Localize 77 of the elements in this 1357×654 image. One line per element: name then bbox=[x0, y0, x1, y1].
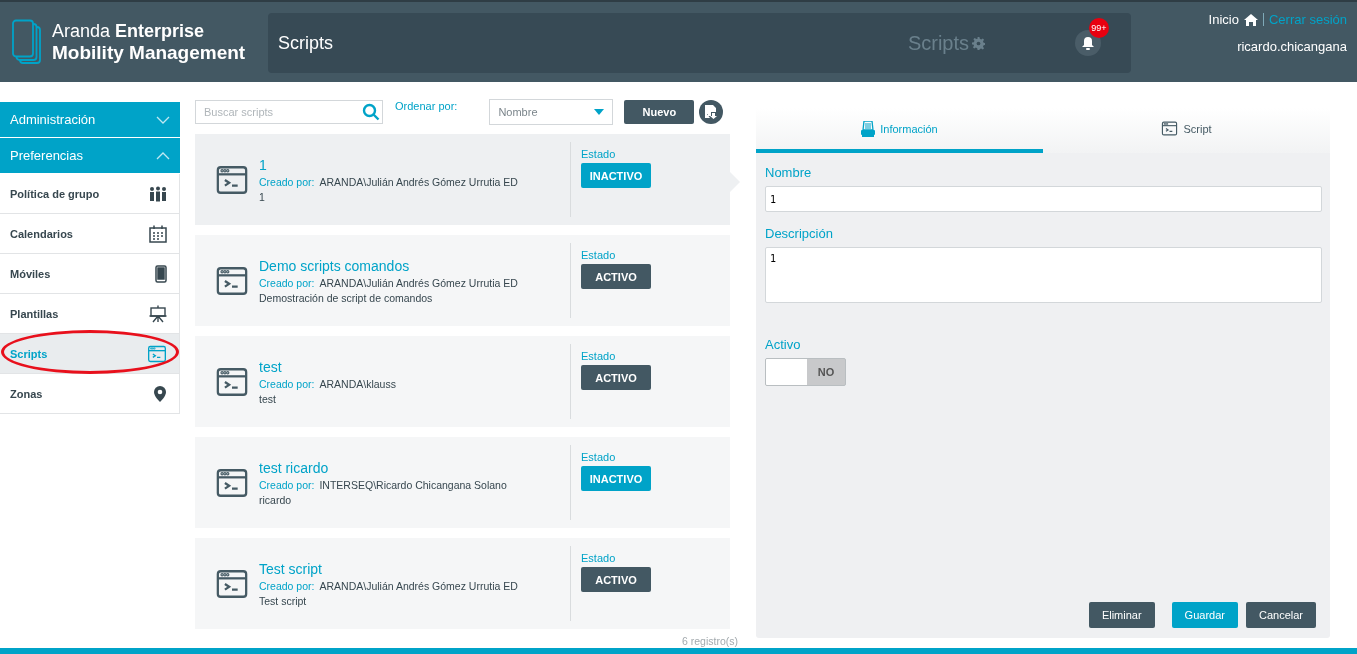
status-badge: ACTIVO bbox=[581, 365, 651, 390]
status-label: Estado bbox=[581, 451, 617, 463]
script-name: test ricardo bbox=[259, 459, 330, 476]
stacked-phones-icon bbox=[12, 19, 42, 65]
script-description: Test script bbox=[259, 594, 308, 607]
description-field[interactable]: 1 bbox=[765, 247, 1322, 303]
phone-icon bbox=[155, 264, 167, 283]
status-badge: ACTIVO bbox=[581, 567, 651, 592]
page-title: Scripts bbox=[278, 32, 334, 54]
status-badge: INACTIVO bbox=[581, 466, 651, 491]
status-badge: INACTIVO bbox=[581, 163, 651, 188]
map-pin-icon bbox=[153, 384, 167, 403]
gear-icon bbox=[972, 36, 985, 50]
script-description: 1 bbox=[259, 190, 266, 203]
creator-name: ARANDA\klauss bbox=[319, 377, 396, 390]
script-name: Demo scripts comandos bbox=[259, 257, 411, 274]
script-description: Demostración de script de comandos bbox=[259, 291, 434, 304]
name-field[interactable]: 1 bbox=[765, 186, 1322, 212]
creator-label: Creado por: bbox=[259, 175, 315, 188]
sort-label: Ordenar por: bbox=[395, 100, 458, 112]
home-icon[interactable] bbox=[1243, 13, 1258, 26]
export-button[interactable] bbox=[699, 100, 724, 124]
username: ricardo.chicangana bbox=[1237, 39, 1347, 54]
sort-dropdown[interactable]: Nombre bbox=[489, 99, 614, 125]
card-index-icon bbox=[861, 120, 876, 137]
script-card[interactable]: test Creado por: ARANDA\klauss test Estado ACTIVO bbox=[195, 336, 730, 427]
field-label: Descripción bbox=[765, 226, 834, 241]
dropdown-caret-icon bbox=[594, 109, 605, 115]
field-label: Activo bbox=[765, 337, 802, 352]
product-logo-text: Aranda Enterprise Mobility Management bbox=[52, 21, 246, 63]
home-link[interactable]: Inicio bbox=[1208, 12, 1239, 27]
sidebar-item[interactable]: Calendarios bbox=[0, 214, 180, 254]
status-label: Estado bbox=[581, 552, 617, 564]
sidebar-item[interactable]: Zonas bbox=[0, 374, 180, 414]
creator-label: Creado por: bbox=[259, 276, 315, 289]
search-field[interactable]: Buscar scripts bbox=[195, 100, 383, 124]
action-button[interactable]: Cancelar bbox=[1245, 602, 1316, 628]
notification-count: 99+ bbox=[1089, 18, 1109, 38]
chevron-down-icon bbox=[156, 115, 170, 124]
field-label: Nombre bbox=[765, 165, 813, 180]
document-download-icon bbox=[705, 105, 718, 119]
script-name: test bbox=[259, 358, 283, 375]
sidebar-item[interactable]: Política de grupo bbox=[0, 174, 180, 214]
status-label: Estado bbox=[581, 350, 617, 362]
creator-label: Creado por: bbox=[259, 377, 315, 390]
status-label: Estado bbox=[581, 148, 617, 160]
chevron-up-icon bbox=[156, 151, 170, 160]
search-icon[interactable] bbox=[362, 103, 380, 121]
script-card[interactable]: Demo scripts comandos Creado por: ARANDA\Julián Andrés Gómez Urrutia ED Demostración de script de comandos Estado ACTIVO bbox=[195, 235, 730, 326]
tab[interactable]: Script bbox=[1043, 108, 1330, 153]
easel-icon bbox=[149, 304, 167, 323]
calendar-icon bbox=[149, 224, 167, 243]
script-card[interactable]: Test script Creado por: ARANDA\Julián Andrés Gómez Urrutia ED Test script Estado ACTIVO bbox=[195, 538, 730, 629]
status-label: Estado bbox=[581, 249, 617, 261]
sidebar-item[interactable]: Móviles bbox=[0, 254, 180, 294]
creator-name: ARANDA\Julián Andrés Gómez Urrutia ED bbox=[319, 579, 518, 592]
record-count: 6 registro(s) bbox=[682, 635, 738, 647]
creator-name: ARANDA\Julián Andrés Gómez Urrutia ED bbox=[319, 276, 518, 289]
bell-icon bbox=[1081, 36, 1095, 50]
action-button[interactable]: Eliminar bbox=[1088, 602, 1155, 628]
terminal-window-icon bbox=[1161, 120, 1179, 137]
status-badge: ACTIVO bbox=[581, 264, 651, 289]
new-button[interactable]: Nuevo bbox=[624, 100, 695, 124]
notifications-button[interactable] bbox=[1075, 30, 1101, 56]
active-toggle[interactable]: NO bbox=[765, 358, 846, 386]
people-icon bbox=[149, 185, 167, 202]
script-name: 1 bbox=[259, 156, 268, 173]
script-description: test bbox=[259, 392, 277, 405]
creator-name: INTERSEQ\Ricardo Chicangana Solano bbox=[319, 478, 507, 491]
script-card[interactable]: test ricardo Creado por: INTERSEQ\Ricardo Chicangana Solano ricardo Estado INACTIVO bbox=[195, 437, 730, 528]
script-description: ricardo bbox=[259, 493, 293, 506]
script-name: Test script bbox=[259, 560, 323, 577]
creator-name: ARANDA\Julián Andrés Gómez Urrutia ED bbox=[319, 175, 518, 188]
creator-label: Creado por: bbox=[259, 478, 315, 491]
creator-label: Creado por: bbox=[259, 579, 315, 592]
sidebar-item[interactable]: Plantillas bbox=[0, 294, 180, 334]
terminal-window-icon bbox=[147, 343, 167, 364]
